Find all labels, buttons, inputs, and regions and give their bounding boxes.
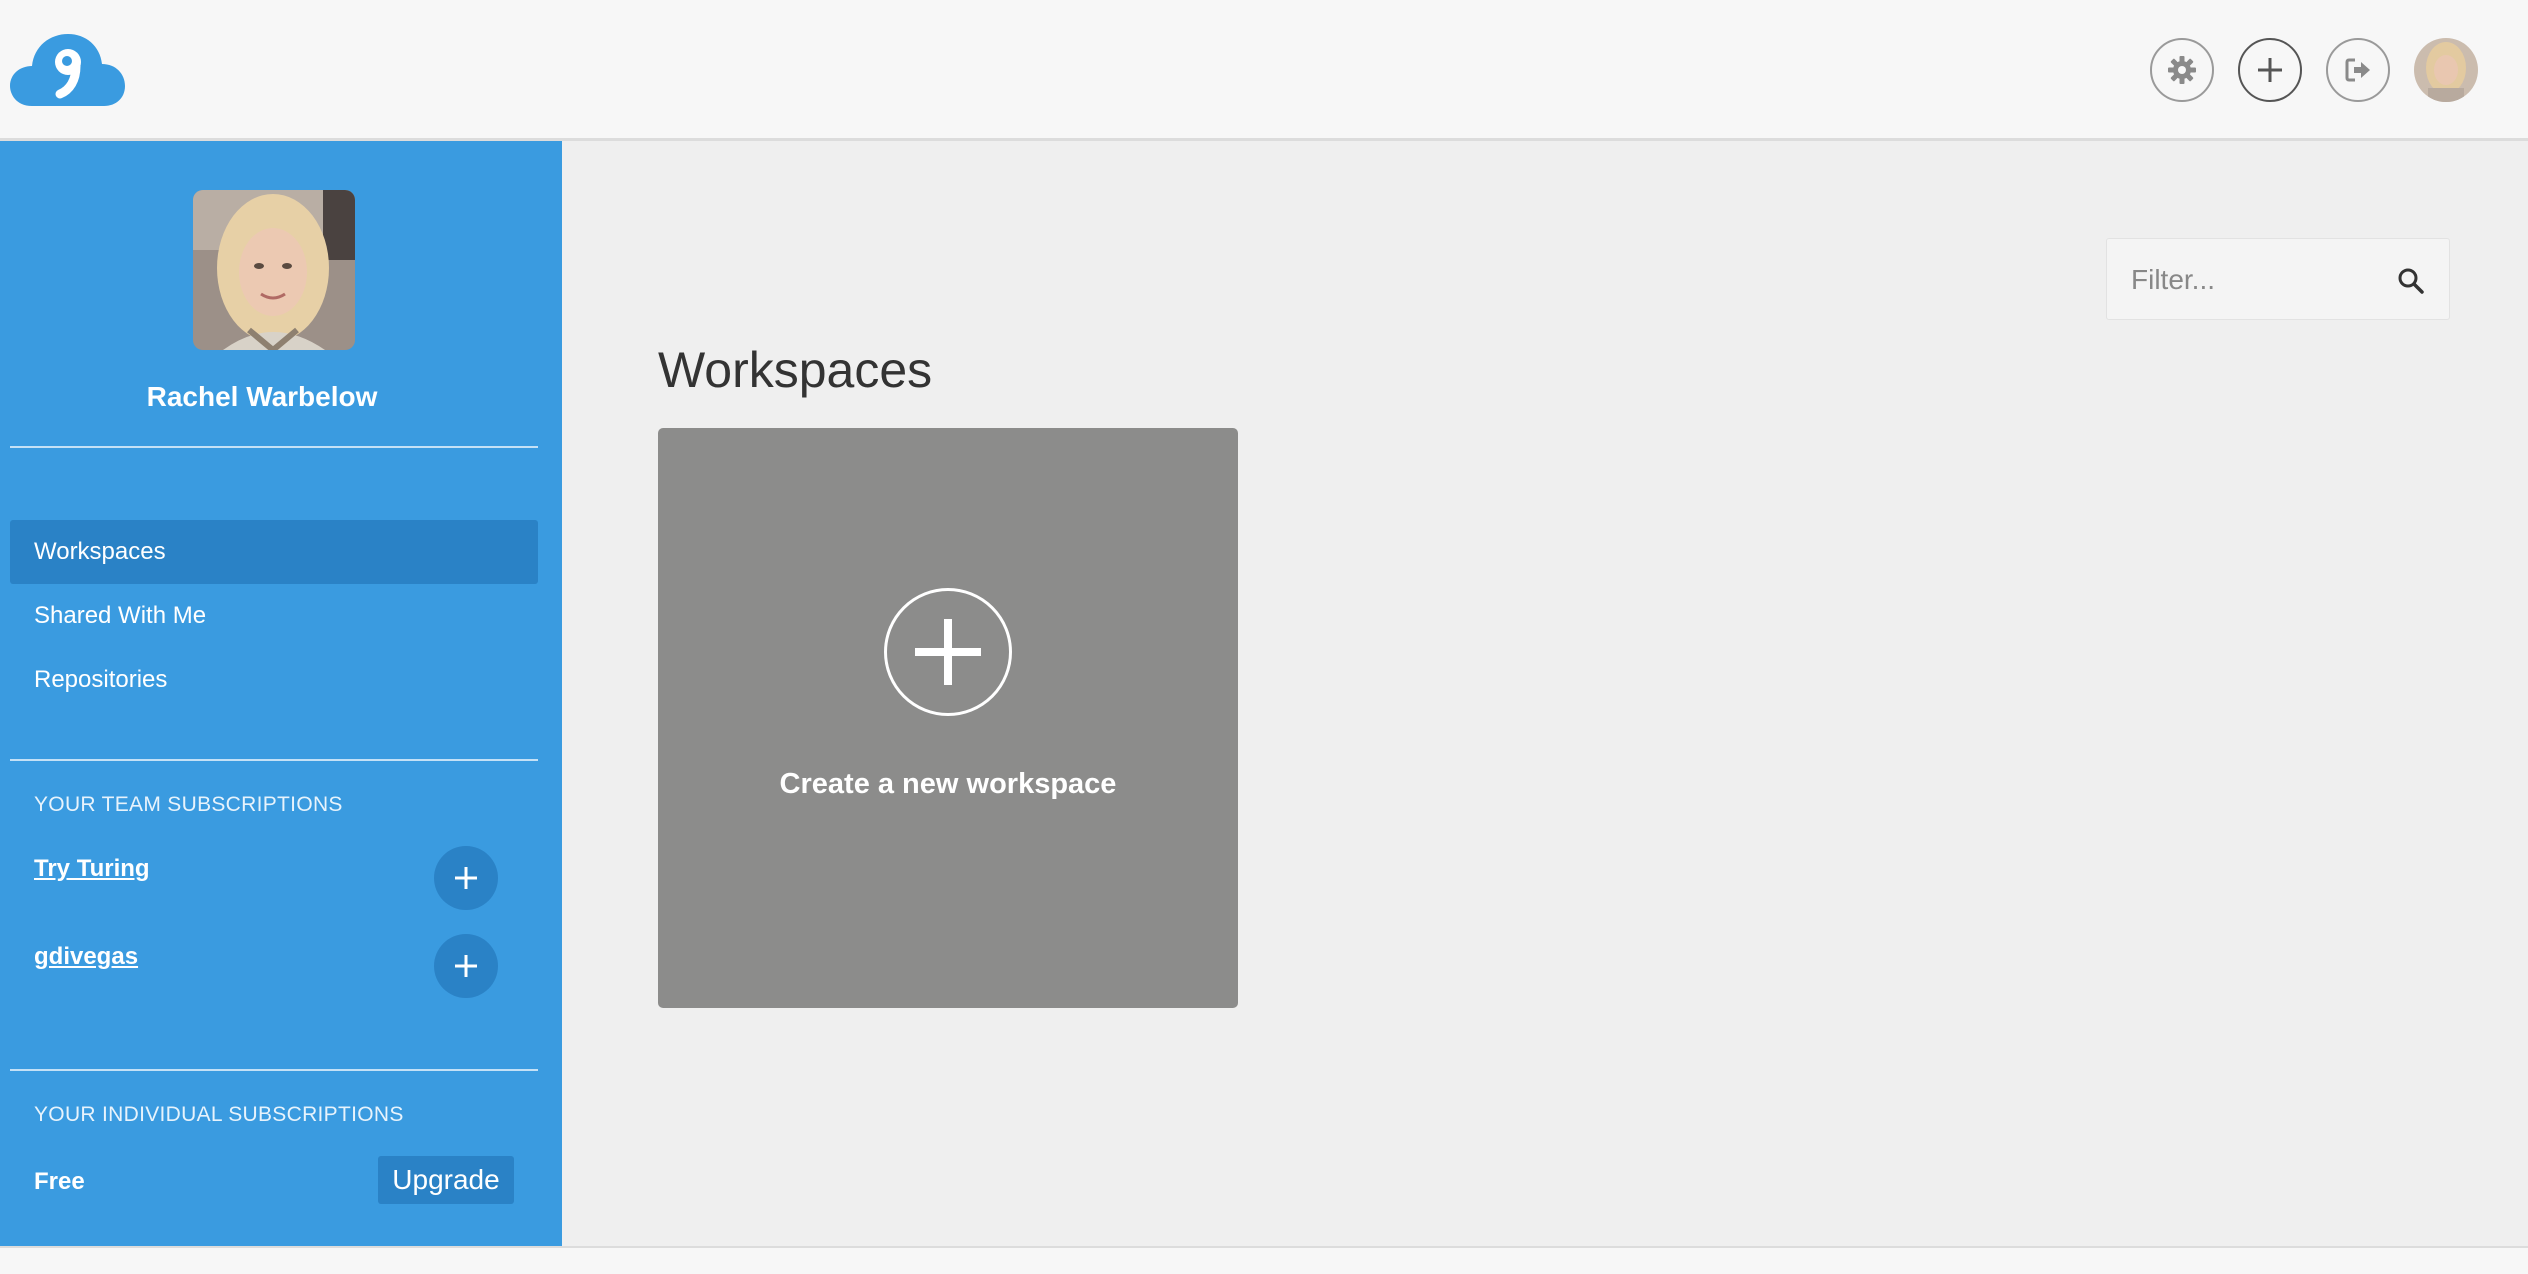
bottom-bar xyxy=(0,1246,2528,1274)
top-actions xyxy=(2150,38,2478,102)
user-avatar[interactable] xyxy=(2414,38,2478,102)
divider xyxy=(10,446,538,448)
sign-out-icon xyxy=(2345,58,2370,82)
team-link-gdivegas[interactable]: gdivegas xyxy=(34,943,138,971)
page-title: Workspaces xyxy=(658,342,933,398)
add-to-team-gdivegas-button[interactable] xyxy=(434,934,498,998)
plus-icon xyxy=(2258,58,2282,82)
filter-box xyxy=(2106,238,2450,320)
user-name: Rachel Warbelow xyxy=(146,381,378,412)
plan-label: Free xyxy=(34,1168,85,1195)
add-to-team-try-turing-button[interactable] xyxy=(434,846,498,910)
sidebar: Rachel Warbelow Workspaces Shared With M… xyxy=(0,141,562,1246)
plus-icon xyxy=(884,588,1012,716)
cloud9-logo-icon[interactable] xyxy=(10,30,125,108)
create-workspace-card[interactable]: Create a new workspace xyxy=(658,428,1238,1008)
team-subscriptions-heading: YOUR TEAM SUBSCRIPTIONS xyxy=(34,793,343,816)
divider xyxy=(10,759,538,761)
settings-button[interactable] xyxy=(2150,38,2214,102)
main-content: Workspaces Create a new workspace xyxy=(562,141,2528,1246)
sidebar-item-repositories[interactable]: Repositories xyxy=(10,648,538,712)
top-bar xyxy=(0,0,2528,141)
sign-out-button[interactable] xyxy=(2326,38,2390,102)
search-icon[interactable] xyxy=(2395,265,2427,297)
upgrade-button[interactable]: Upgrade xyxy=(378,1156,514,1204)
new-workspace-button[interactable] xyxy=(2238,38,2302,102)
team-link-try-turing[interactable]: Try Turing xyxy=(34,855,150,883)
filter-input[interactable] xyxy=(2131,257,2391,303)
divider xyxy=(10,1069,538,1071)
individual-subscriptions-heading: YOUR INDIVIDUAL SUBSCRIPTIONS xyxy=(34,1103,404,1126)
sidebar-item-shared-with-me[interactable]: Shared With Me xyxy=(10,584,538,648)
plus-icon xyxy=(455,867,477,889)
sidebar-item-workspaces[interactable]: Workspaces xyxy=(10,520,538,584)
create-workspace-label: Create a new workspace xyxy=(779,768,1117,800)
gear-icon xyxy=(2168,56,2196,84)
plus-icon xyxy=(455,955,477,977)
profile-photo xyxy=(193,190,355,350)
